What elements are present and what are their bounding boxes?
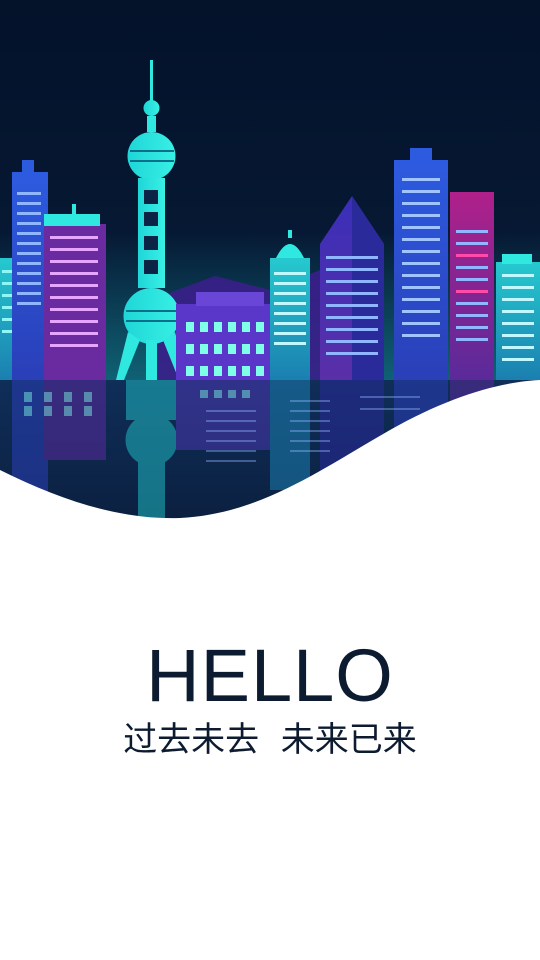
splash-screen: HELLO 过去未去 未来已来 (0, 0, 540, 960)
building-magenta (450, 192, 494, 380)
building-blue-right (394, 148, 448, 380)
building-purple-left (44, 204, 106, 380)
building-low-hall (176, 292, 284, 380)
building-cyan-right (496, 254, 540, 380)
city-skyline-illustration (0, 0, 540, 560)
building-blue-left (12, 160, 48, 380)
slogan-text: 过去未去 未来已来 (123, 720, 417, 760)
hello-headline: HELLO (146, 634, 394, 717)
